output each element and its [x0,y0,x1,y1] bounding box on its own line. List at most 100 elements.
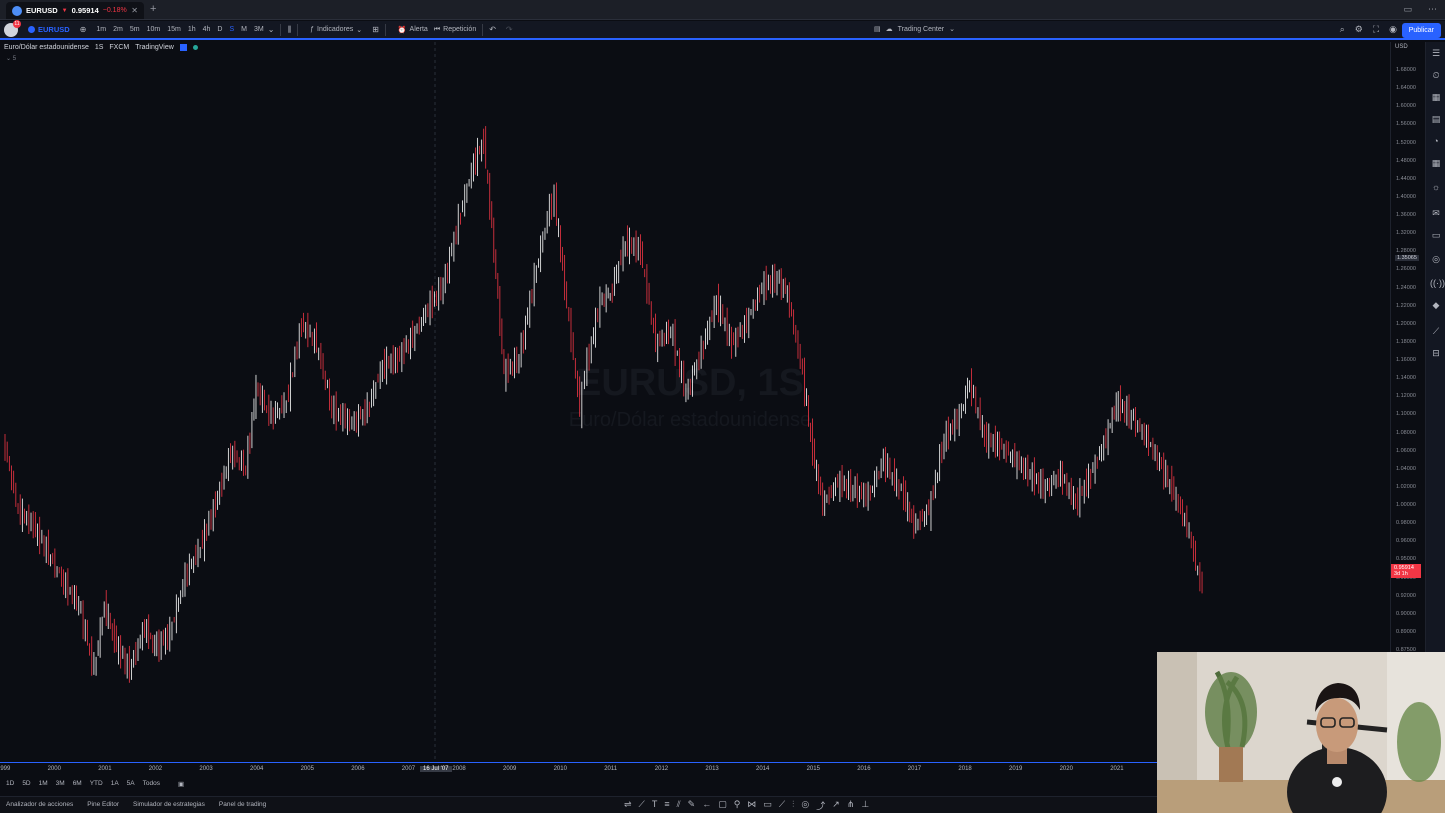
range-button[interactable]: 1A [111,780,119,788]
range-button[interactable]: Todos [143,780,160,788]
interval-button[interactable]: 1h [188,26,196,33]
fib-tool-icon[interactable]: ≡ [664,799,669,812]
ruler-tool-icon[interactable]: ⟋ [779,799,785,812]
user-avatar[interactable]: 11 [4,19,21,37]
range-button[interactable]: 3M [56,780,65,788]
interval-button[interactable]: 10m [147,26,161,33]
notification-badge: 11 [13,19,21,28]
range-button[interactable]: 6M [73,780,82,788]
interval-button-active[interactable]: S [229,26,234,33]
data-window-icon[interactable]: ▦ [1430,92,1442,104]
pattern-tool-icon[interactable]: ⋈ [747,799,756,812]
interval-button[interactable]: M [241,26,247,33]
tab-trading-panel[interactable]: Panel de trading [219,801,266,808]
tab-strategy-tester[interactable]: Simulador de estrategias [133,801,205,808]
price-tick-label: 1.60000 [1396,103,1416,110]
support-icon[interactable]: ◎ [1430,254,1442,266]
time-tick-label: 2015 [806,766,820,772]
magnet-tool-icon[interactable]: ◎ [801,799,809,812]
cursor-tool-icon[interactable]: ⇌ [624,799,632,812]
interval-button[interactable]: 2m [113,26,123,33]
compare-symbol-icon[interactable]: ⊕ [80,25,87,34]
interval-button[interactable]: 5m [130,26,140,33]
interval-dropdown-icon[interactable]: ⌄ [268,25,275,34]
chevron-down-icon: ⌄ [949,26,955,33]
replay-button[interactable]: ⏮ Repetición [434,26,476,34]
notifications-icon[interactable]: ◆ [1430,300,1442,312]
trendline-tool-icon[interactable]: ⟋ [639,799,645,812]
new-tab-button[interactable]: + [150,3,156,15]
range-button[interactable]: 1D [6,780,14,788]
interval-button[interactable]: 1m [96,26,106,33]
price-tick-label: 1.14000 [1396,375,1416,382]
layout-select-icon[interactable]: ▤ [874,25,881,33]
tab-pine-editor[interactable]: Pine Editor [87,801,119,808]
interval-button[interactable]: 4h [203,26,211,33]
pin-tool-icon[interactable]: ⚲ [734,799,741,812]
price-tick-label: 0.89000 [1396,628,1416,635]
time-tick-label: 2016 [857,766,871,772]
layout-icon[interactable]: ▭ [1403,4,1412,15]
range-button[interactable]: 1M [39,780,48,788]
candle-type-icon[interactable]: ⫼ [287,25,291,35]
messages-icon[interactable]: ▭ [1430,230,1442,242]
hotlist-icon[interactable]: ◔ [1430,136,1442,148]
comment-tool-icon[interactable]: ▭ [763,799,772,812]
forecast-tool-icon[interactable]: ⤴ [816,799,825,812]
watchlist-icon[interactable]: ☰ [1430,48,1442,60]
right-toolbar: ⌕ ⚙ ⛶ ◉ [1340,24,1397,35]
object-tree-icon[interactable]: ⊟ [1430,348,1442,360]
browser-tab[interactable]: EURUSD ▼ 0.95914 −0.18% ✕ [6,2,144,19]
drawing-tools: ⇌ ⟋ T ≡ ⫽ ✎ ← ▢ ⚲ ⋈ ▭ ⟋ ⫶ ◎ ⤴ ↗ ⋔ ⊥ [624,799,869,812]
indicator-toggle[interactable]: ⌄ 5 [6,55,16,62]
more-icon[interactable]: ⋯ [1428,4,1437,15]
flag-icon[interactable] [179,44,187,51]
fork-tool-icon[interactable]: ⋔ [847,799,855,812]
ideas-lightbulb-icon[interactable]: ☼ [1430,182,1442,194]
price-axis[interactable]: 1.68000 1.64000 1.60000 1.56000 1.52000 1.480… [1390,42,1421,653]
measure-tool-icon[interactable]: ⫶ [792,799,794,812]
time-tick-label: 2014 [756,766,770,772]
range-button[interactable]: 5D [22,780,30,788]
price-tick-label: 1.10000 [1396,411,1416,418]
undo-icon[interactable]: ↶ [489,25,496,34]
alert-button[interactable]: ⏰ Alerta [398,26,428,34]
indicators-icon: ƒ [310,26,315,33]
range-button[interactable]: YTD [90,780,103,788]
tab-stock-screener[interactable]: Analizador de acciones [6,801,73,808]
indicator-count: 5 [12,56,17,62]
calendar-icon[interactable]: ▦ [1430,158,1442,170]
path-tool-icon[interactable]: ↗ [832,799,840,812]
brush-tool-icon[interactable]: ✎ [688,799,696,812]
goto-date-icon[interactable]: ▣ [178,780,184,788]
arrow-tool-icon[interactable]: ← [702,799,711,812]
range-button[interactable]: 5A [127,780,135,788]
channel-tool-icon[interactable]: ⫽ [677,799,681,812]
templates-icon[interactable]: ⊞ [372,25,379,34]
alerts-clock-icon[interactable]: ⏲ [1430,70,1442,82]
interval-button[interactable]: D [217,26,222,33]
publish-button[interactable]: Publicar [1401,23,1441,38]
trading-center-button[interactable]: ▤ ☁ Trading Center ⌄ [874,25,955,34]
anchor-tool-icon[interactable]: ⊥ [861,799,869,812]
close-tab-icon[interactable]: ✕ [131,6,138,15]
symbol-search-button[interactable]: EURUSD [28,25,70,34]
trading-panel-icon[interactable]: ⟋ [1430,326,1442,338]
rectangle-tool-icon[interactable]: ▢ [718,799,727,812]
price-tick-label: 0.98000 [1396,520,1416,527]
fullscreen-icon[interactable]: ⛶ [1373,24,1379,35]
settings-gear-icon[interactable]: ⚙ [1355,24,1363,35]
redo-icon[interactable]: ↷ [506,25,513,34]
news-icon[interactable]: ▤ [1430,114,1442,126]
interval-button[interactable]: 3M [254,26,264,33]
broadcast-icon[interactable]: ((·)) [1430,278,1445,290]
indicators-button[interactable]: ƒ Indicadores ⌄ [310,26,362,34]
text-tool-icon[interactable]: T [652,799,658,812]
camera-icon[interactable]: ◉ [1389,24,1397,35]
price-tick-label: 0.95000 [1396,556,1416,563]
interval-button[interactable]: 15m [167,26,181,33]
chat-icon[interactable]: ✉ [1430,208,1442,220]
time-axis[interactable]: 1999 2000 2001 2002 2003 2004 2005 2006 2007 2008… [0,762,1157,774]
legend-interval: 1S [94,44,104,51]
search-icon[interactable]: ⌕ [1340,24,1345,35]
